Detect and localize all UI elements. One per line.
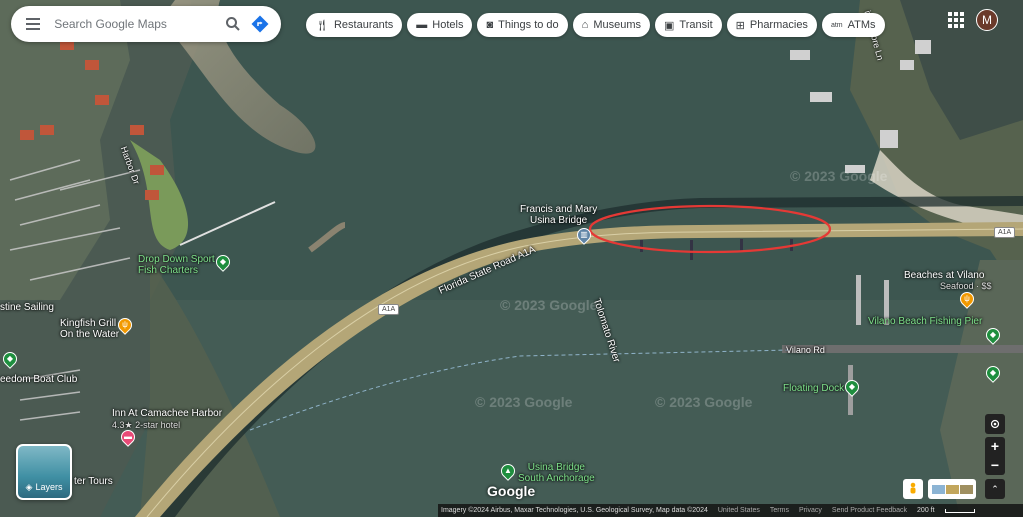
chip-hotels[interactable]: ▬ Hotels bbox=[407, 13, 473, 37]
google-logo: Google bbox=[487, 483, 536, 499]
chip-label: Transit bbox=[679, 19, 713, 31]
poi-label-freedom-boat-club[interactable]: eedom Boat Club bbox=[0, 374, 77, 385]
camera-icon: ◙ bbox=[486, 19, 494, 31]
chip-pharmacies[interactable]: ⊞ Pharmacies bbox=[726, 13, 817, 37]
scale-label[interactable]: 200 ft bbox=[917, 507, 935, 514]
imagery-credit: Imagery ©2024 Airbus, Maxar Technologies… bbox=[441, 507, 708, 514]
chip-label: Things to do bbox=[498, 19, 559, 31]
map-watermark: © 2023 Google bbox=[655, 394, 753, 410]
road-label-vilano-rd: Vilano Rd bbox=[786, 345, 825, 355]
crosshair-icon bbox=[990, 419, 1000, 429]
menu-icon[interactable] bbox=[21, 11, 44, 37]
search-input[interactable] bbox=[54, 17, 205, 31]
search-icon[interactable] bbox=[222, 12, 243, 36]
poi-rating-inn: 4.3★ 2-star hotel bbox=[112, 420, 181, 430]
chip-label: Museums bbox=[593, 19, 642, 31]
route-shield-a1a: A1A bbox=[378, 304, 400, 315]
poi-category-beaches: Seafood · $$ bbox=[940, 281, 992, 291]
poi-label-floating-dock[interactable]: Floating Dock bbox=[783, 383, 844, 394]
imagery-thumbnails[interactable] bbox=[928, 479, 976, 499]
poi-label-vilano-beach-pier[interactable]: Vilano Beach Fishing Pier bbox=[868, 316, 982, 327]
country-link[interactable]: United States bbox=[718, 507, 760, 514]
map-watermark: © 2023 Google bbox=[500, 297, 598, 313]
train-icon: ▣ bbox=[664, 19, 675, 32]
poi-label-usina-bridge[interactable]: Francis and Mary Usina Bridge bbox=[520, 204, 597, 226]
scale-bar bbox=[944, 508, 975, 513]
poi-label-usina-anchorage[interactable]: Usina Bridge South Anchorage bbox=[518, 462, 595, 484]
poi-label-sailing[interactable]: stine Sailing bbox=[0, 302, 54, 313]
terms-link[interactable]: Terms bbox=[770, 507, 789, 514]
chip-label: Hotels bbox=[432, 19, 464, 31]
account-avatar[interactable]: M bbox=[976, 9, 998, 31]
chip-transit[interactable]: ▣ Transit bbox=[655, 13, 722, 37]
chip-restaurants[interactable]: 🍴︎ Restaurants bbox=[306, 13, 403, 37]
fork-knife-icon: 🍴︎ bbox=[315, 19, 329, 32]
my-location-button[interactable] bbox=[985, 414, 1005, 434]
chip-things-to-do[interactable]: ◙ Things to do bbox=[477, 13, 568, 37]
thumbnail-icon bbox=[959, 484, 973, 494]
layers-label: Layers bbox=[35, 482, 63, 492]
chip-label: ATMs bbox=[847, 19, 876, 31]
category-chips: 🍴︎ Restaurants ▬ Hotels ◙ Things to do ⌂ Mus… bbox=[306, 13, 885, 37]
zoom-out-button[interactable]: − bbox=[991, 456, 999, 475]
google-apps-icon[interactable] bbox=[948, 12, 964, 28]
museum-icon: ⌂ bbox=[581, 19, 589, 31]
feedback-link[interactable]: Send Product Feedback bbox=[832, 507, 907, 514]
atm-icon: atm bbox=[830, 21, 843, 29]
search-box bbox=[11, 6, 281, 42]
route-shield-a1a: A1A bbox=[994, 227, 1016, 238]
directions-icon[interactable] bbox=[250, 12, 271, 36]
chip-museums[interactable]: ⌂ Museums bbox=[572, 13, 651, 37]
pharmacy-icon: ⊞ bbox=[735, 19, 745, 32]
map-watermark: © 2023 Google bbox=[475, 394, 573, 410]
zoom-in-button[interactable]: + bbox=[991, 437, 999, 456]
poi-label-drop-down-sport-fish[interactable]: Drop Down Sport Fish Charters bbox=[138, 254, 215, 276]
poi-label-beaches-at-vilano[interactable]: Beaches at Vilano bbox=[904, 270, 984, 281]
poi-label-inn-camachee[interactable]: Inn At Camachee Harbor bbox=[112, 408, 222, 419]
thumbnail-icon bbox=[945, 484, 959, 494]
chip-label: Restaurants bbox=[333, 19, 394, 31]
thumbnail-icon bbox=[931, 484, 945, 494]
poi-label-kingfish-grill[interactable]: Kingfish Grill On the Water bbox=[60, 318, 119, 340]
satellite-map[interactable]: © 2023 Google © 2023 Google © 2023 Googl… bbox=[0, 0, 1023, 517]
poi-label-tours[interactable]: ter Tours bbox=[74, 476, 113, 487]
zoom-controls: + − bbox=[985, 437, 1005, 475]
expand-chevron-icon[interactable]: ⌃ bbox=[985, 479, 1005, 499]
layers-icon: ◈ bbox=[25, 482, 33, 492]
privacy-link[interactable]: Privacy bbox=[799, 507, 822, 514]
pegman-street-view-icon[interactable] bbox=[903, 479, 923, 499]
chip-atms[interactable]: atm ATMs bbox=[821, 13, 885, 37]
bed-icon: ▬ bbox=[416, 19, 428, 31]
chip-label: Pharmacies bbox=[749, 19, 808, 31]
layers-button[interactable]: ◈ Layers bbox=[16, 444, 72, 500]
map-watermark: © 2023 Google bbox=[790, 168, 888, 184]
attribution-bar: Imagery ©2024 Airbus, Maxar Technologies… bbox=[438, 504, 1023, 517]
